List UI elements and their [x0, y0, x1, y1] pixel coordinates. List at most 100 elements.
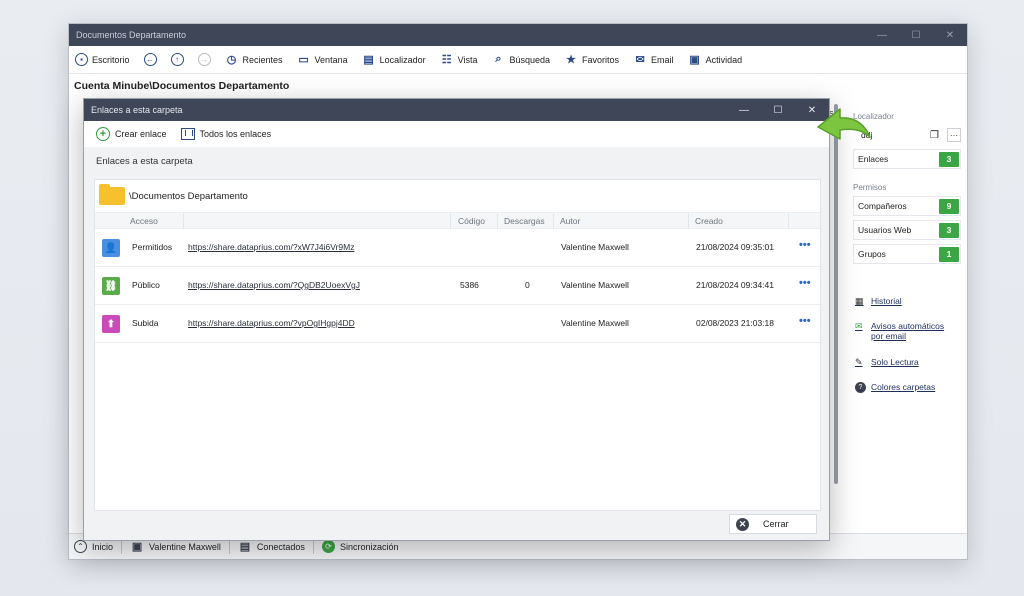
- grupos-row[interactable]: Grupos 1: [853, 244, 961, 264]
- grupos-badge: 1: [939, 246, 959, 262]
- solo-lectura-link[interactable]: ✎ Solo Lectura: [855, 357, 919, 368]
- email-icon: ✉: [635, 54, 645, 66]
- cerrar-button[interactable]: ✕ Cerrar: [729, 514, 817, 534]
- create-link-button[interactable]: + Crear enlace: [96, 127, 167, 141]
- minimize-button[interactable]: —: [865, 30, 899, 41]
- more-icon[interactable]: ···: [947, 128, 961, 142]
- col-acceso[interactable]: Acceso: [130, 216, 158, 226]
- more-icon[interactable]: •••: [799, 239, 811, 251]
- col-autor[interactable]: Autor: [560, 216, 580, 226]
- breadcrumb: Cuenta Minube\Documentos Departamento: [74, 80, 290, 92]
- row-descargas: 0: [525, 280, 530, 290]
- colores-link[interactable]: ? Colores carpetas: [855, 382, 935, 393]
- scrollbar[interactable]: [834, 104, 838, 484]
- avisos-link[interactable]: ✉ Avisos automáticos por email: [855, 321, 944, 341]
- links-table: \Documentos Departamento Acceso Código D…: [94, 179, 821, 511]
- notify-icon: ✉: [855, 321, 863, 331]
- toolbar-actividad[interactable]: ▣ Actividad: [688, 53, 742, 67]
- usuarios-web-label: Usuarios Web: [858, 225, 912, 235]
- avisos-line2: por email: [871, 331, 906, 341]
- all-links-button[interactable]: Todos los enlaces: [180, 128, 271, 140]
- col-divider: [450, 213, 451, 229]
- copy-icon[interactable]: ❐: [930, 130, 939, 141]
- row-acceso: Permitidos: [132, 242, 173, 252]
- favorites-icon: ★: [566, 54, 576, 66]
- col-divider: [688, 213, 689, 229]
- status-sincronizacion-label: Sincronización: [339, 541, 399, 552]
- col-divider: [788, 213, 789, 229]
- status-conectados[interactable]: ▤ Conectados: [238, 540, 305, 554]
- help-icon: ?: [855, 382, 866, 393]
- table-row[interactable]: ⛓ Público https://share.dataprius.com/?Q…: [95, 267, 820, 305]
- usuarios-web-row[interactable]: Usuarios Web 3: [853, 220, 961, 240]
- sync-icon: ⟳: [321, 540, 335, 553]
- toolbar-escritorio[interactable]: ▪ Escritorio: [75, 53, 130, 66]
- up-icon[interactable]: ↑: [170, 53, 184, 66]
- toolbar-localizador[interactable]: ▤ Localizador: [362, 53, 426, 67]
- status-inicio-label: Inicio: [92, 541, 114, 552]
- toolbar-favoritos[interactable]: ★ Favoritos: [564, 53, 619, 67]
- row-acceso: Público: [132, 280, 160, 290]
- col-divider: [553, 213, 554, 229]
- more-icon[interactable]: •••: [799, 277, 811, 289]
- toolbar-ventana[interactable]: ▭ Ventana: [297, 53, 348, 67]
- grid-icon: [180, 128, 195, 140]
- toolbar-recientes[interactable]: ◷ Recientes: [225, 53, 283, 67]
- toolbar-email[interactable]: ✉ Email: [633, 53, 674, 67]
- row-autor: Valentine Maxwell: [561, 280, 629, 290]
- status-inicio[interactable]: ⌃ Inicio: [74, 540, 113, 553]
- home-icon: ⌃: [74, 540, 87, 553]
- avisos-line1: Avisos automáticos: [871, 321, 945, 331]
- historial-link[interactable]: ▦ Historial: [855, 296, 902, 307]
- search-icon: ⌕: [495, 53, 502, 65]
- divider: [121, 539, 123, 554]
- dialog-minimize-button[interactable]: —: [727, 105, 761, 116]
- status-sincronizacion[interactable]: ⟳ Sincronización: [321, 540, 399, 553]
- locator-icon: ▤: [363, 54, 374, 66]
- table-row[interactable]: ⬆ Subida https://share.dataprius.com/?vp…: [95, 305, 820, 343]
- toolbar-email-label: Email: [651, 54, 674, 65]
- status-user[interactable]: ▣ Valentine Maxwell: [130, 540, 221, 554]
- col-divider: [497, 213, 498, 229]
- table-row[interactable]: 👤 Permitidos https://share.dataprius.com…: [95, 229, 820, 267]
- close-button[interactable]: ✕: [933, 30, 967, 41]
- more-icon[interactable]: •••: [799, 315, 811, 327]
- divider: [312, 539, 314, 554]
- row-codigo: 5386: [460, 280, 479, 290]
- main-toolbar: ▪ Escritorio ← ↑ → ◷ Recientes ▭ Ventana…: [69, 46, 967, 74]
- dialog-subtitle: Enlaces a esta carpeta: [96, 155, 193, 167]
- table-header: Acceso Código Descargas Autor Creado: [95, 212, 820, 229]
- activity-icon: ▣: [689, 54, 700, 66]
- toolbar-busqueda[interactable]: ⌕ Búsqueda: [491, 53, 550, 67]
- toolbar-recientes-label: Recientes: [242, 54, 283, 65]
- close-icon: ✕: [736, 517, 749, 531]
- forward-icon[interactable]: →: [197, 53, 211, 66]
- row-url[interactable]: https://share.dataprius.com/?QgDB2UoexVg…: [188, 280, 360, 290]
- col-descargas[interactable]: Descargas: [504, 216, 545, 226]
- enlaces-label: Enlaces: [858, 154, 889, 164]
- col-codigo[interactable]: Código: [458, 216, 485, 226]
- companeros-label: Compañeros: [858, 201, 907, 211]
- row-autor: Valentine Maxwell: [561, 242, 629, 252]
- col-creado[interactable]: Creado: [695, 216, 723, 226]
- toolbar-escritorio-label: Escritorio: [92, 54, 130, 65]
- row-creado: 02/08/2023 21:03:18: [696, 318, 774, 328]
- window-icon: ▭: [298, 54, 309, 66]
- historial-label: Historial: [871, 296, 902, 306]
- toolbar-localizador-label: Localizador: [379, 54, 426, 65]
- plus-icon: +: [96, 127, 110, 141]
- folder-icon: [99, 184, 125, 205]
- toolbar-vista[interactable]: ☷ Vista: [440, 53, 478, 67]
- maximize-button[interactable]: ☐: [899, 30, 933, 41]
- row-url[interactable]: https://share.dataprius.com/?vpOgIHgpj4D…: [188, 318, 355, 328]
- main-titlebar: Documentos Departamento — ☐ ✕: [69, 24, 967, 46]
- divider: [228, 539, 230, 554]
- companeros-row[interactable]: Compañeros 9: [853, 196, 961, 216]
- row-url[interactable]: https://share.dataprius.com/?xW7J4i6Vr9M…: [188, 242, 354, 252]
- toolbar-vista-label: Vista: [457, 54, 478, 65]
- dialog-titlebar: Enlaces a esta carpeta — ☐ ✕: [84, 99, 829, 121]
- col-divider: [183, 213, 184, 229]
- back-icon[interactable]: ←: [143, 53, 157, 66]
- toolbar-ventana-label: Ventana: [314, 54, 348, 65]
- dialog-maximize-button[interactable]: ☐: [761, 105, 795, 116]
